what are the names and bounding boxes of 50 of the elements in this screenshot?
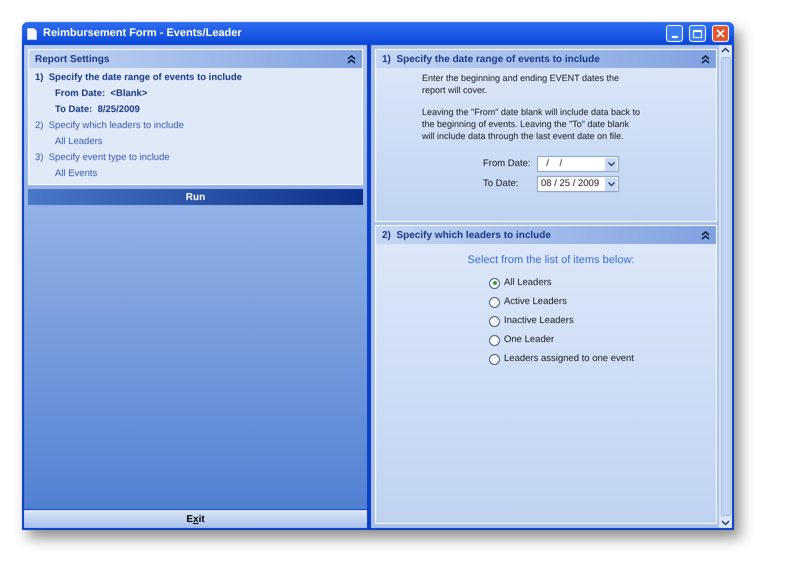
- chevron-down-icon: [608, 182, 614, 186]
- window-title: Reimbursement Form - Events/Leader: [43, 26, 243, 42]
- scrollbar[interactable]: [719, 45, 732, 528]
- radio-option[interactable]: All Leaders: [489, 276, 552, 290]
- document-icon: [27, 28, 37, 40]
- minimize-button[interactable]: [666, 25, 683, 42]
- date-value: / /: [545, 156, 562, 171]
- radio-button[interactable]: [489, 296, 500, 308]
- radio-option[interactable]: Inactive Leaders: [489, 314, 574, 328]
- scroll-down-icon[interactable]: [721, 518, 730, 527]
- section-title: 2) Specify which leaders to include: [382, 228, 551, 242]
- instruction-text: Enter the beginning and ending EVENT dates the report will cover.: [422, 72, 620, 96]
- section-title: 1) Specify the date range of events to include: [382, 52, 600, 66]
- radio-button[interactable]: [489, 354, 500, 364]
- radio-button[interactable]: [489, 334, 500, 346]
- summary-value: All Events: [54, 167, 98, 181]
- maximize-button[interactable]: [689, 25, 706, 42]
- chevron-down-icon: [608, 162, 614, 166]
- summary-step[interactable]: 3) Specify event type to include: [35, 150, 356, 166]
- section-title: Report Settings: [35, 52, 110, 66]
- summary-value: All Leaders: [54, 135, 104, 149]
- run-button[interactable]: Run: [28, 189, 363, 205]
- list-prompt: Select from the list of items below:: [468, 253, 634, 268]
- close-icon: [716, 29, 725, 38]
- exit-button[interactable]: Exit: [24, 509, 367, 528]
- dropdown-button[interactable]: [605, 178, 617, 190]
- radio-button[interactable]: [489, 278, 500, 288]
- summary-step[interactable]: 1) Specify the date range of events to include: [35, 70, 356, 86]
- collapse-icon[interactable]: [701, 54, 710, 64]
- date-picker[interactable]: 08 / 25 / 2009: [537, 176, 619, 192]
- dropdown-button[interactable]: [605, 158, 617, 170]
- date-picker[interactable]: / /: [537, 156, 619, 172]
- maximize-icon: [693, 30, 702, 38]
- radio-option[interactable]: One Leader: [489, 334, 554, 346]
- scroll-up-icon[interactable]: [721, 46, 730, 55]
- date-label: From Date:: [483, 156, 531, 171]
- summary-value: To Date: 8/25/2009: [54, 103, 141, 117]
- minimize-icon: [672, 36, 678, 38]
- date-label: To Date:: [483, 176, 520, 191]
- collapse-icon[interactable]: [347, 54, 356, 64]
- scroll-thumb[interactable]: [720, 57, 730, 516]
- summary-step[interactable]: 2) Specify which leaders to include: [35, 118, 356, 134]
- radio-option[interactable]: Leaders assigned to one event: [489, 352, 634, 366]
- radio-option[interactable]: Active Leaders: [489, 296, 567, 308]
- radio-button[interactable]: [489, 316, 500, 326]
- instruction-text: Leaving the "From" date blank will include data back to the beginning of events. Leaving the "To" date blank will include data through the last event date on file.: [422, 106, 640, 142]
- date-value: 08 / 25 / 2009: [541, 176, 600, 191]
- close-button[interactable]: [712, 25, 729, 42]
- collapse-icon[interactable]: [701, 230, 710, 240]
- summary-value: From Date: <Blank>: [54, 87, 148, 101]
